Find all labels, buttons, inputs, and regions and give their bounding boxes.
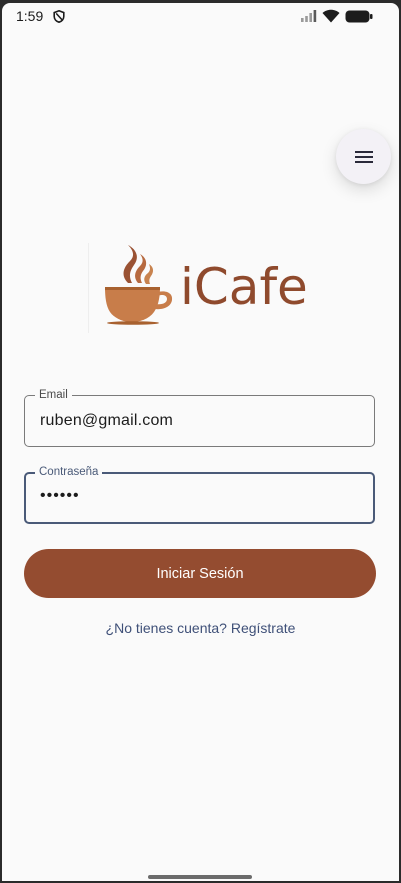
wifi-icon	[322, 9, 340, 23]
hamburger-menu-icon	[354, 150, 373, 163]
coffee-cup-steam-icon	[105, 245, 173, 325]
password-label: Contraseña	[35, 464, 103, 480]
home-indicator[interactable]	[148, 875, 252, 879]
menu-button[interactable]	[336, 129, 391, 184]
password-field[interactable]: Contraseña ••••••	[24, 464, 375, 524]
shield-icon	[53, 10, 65, 23]
cell-signal-icon	[301, 10, 317, 22]
status-bar: 1:59	[2, 3, 399, 29]
email-label: Email	[35, 387, 72, 403]
status-time: 1:59	[16, 8, 44, 24]
password-value: ••••••	[40, 487, 80, 504]
logo-divider	[88, 243, 89, 333]
login-button[interactable]: Iniciar Sesión	[24, 549, 376, 598]
app-screen: 1:59 iCafe Email ruben@gmail.com Contras…	[2, 3, 399, 881]
email-field[interactable]: Email ruben@gmail.com	[24, 387, 375, 447]
app-logo: iCafe	[88, 243, 328, 333]
email-value: ruben@gmail.com	[40, 412, 174, 429]
register-link[interactable]: ¿No tienes cuenta? Regístrate	[2, 620, 399, 636]
app-logo-text: iCafe	[180, 258, 308, 316]
battery-icon	[345, 10, 373, 23]
